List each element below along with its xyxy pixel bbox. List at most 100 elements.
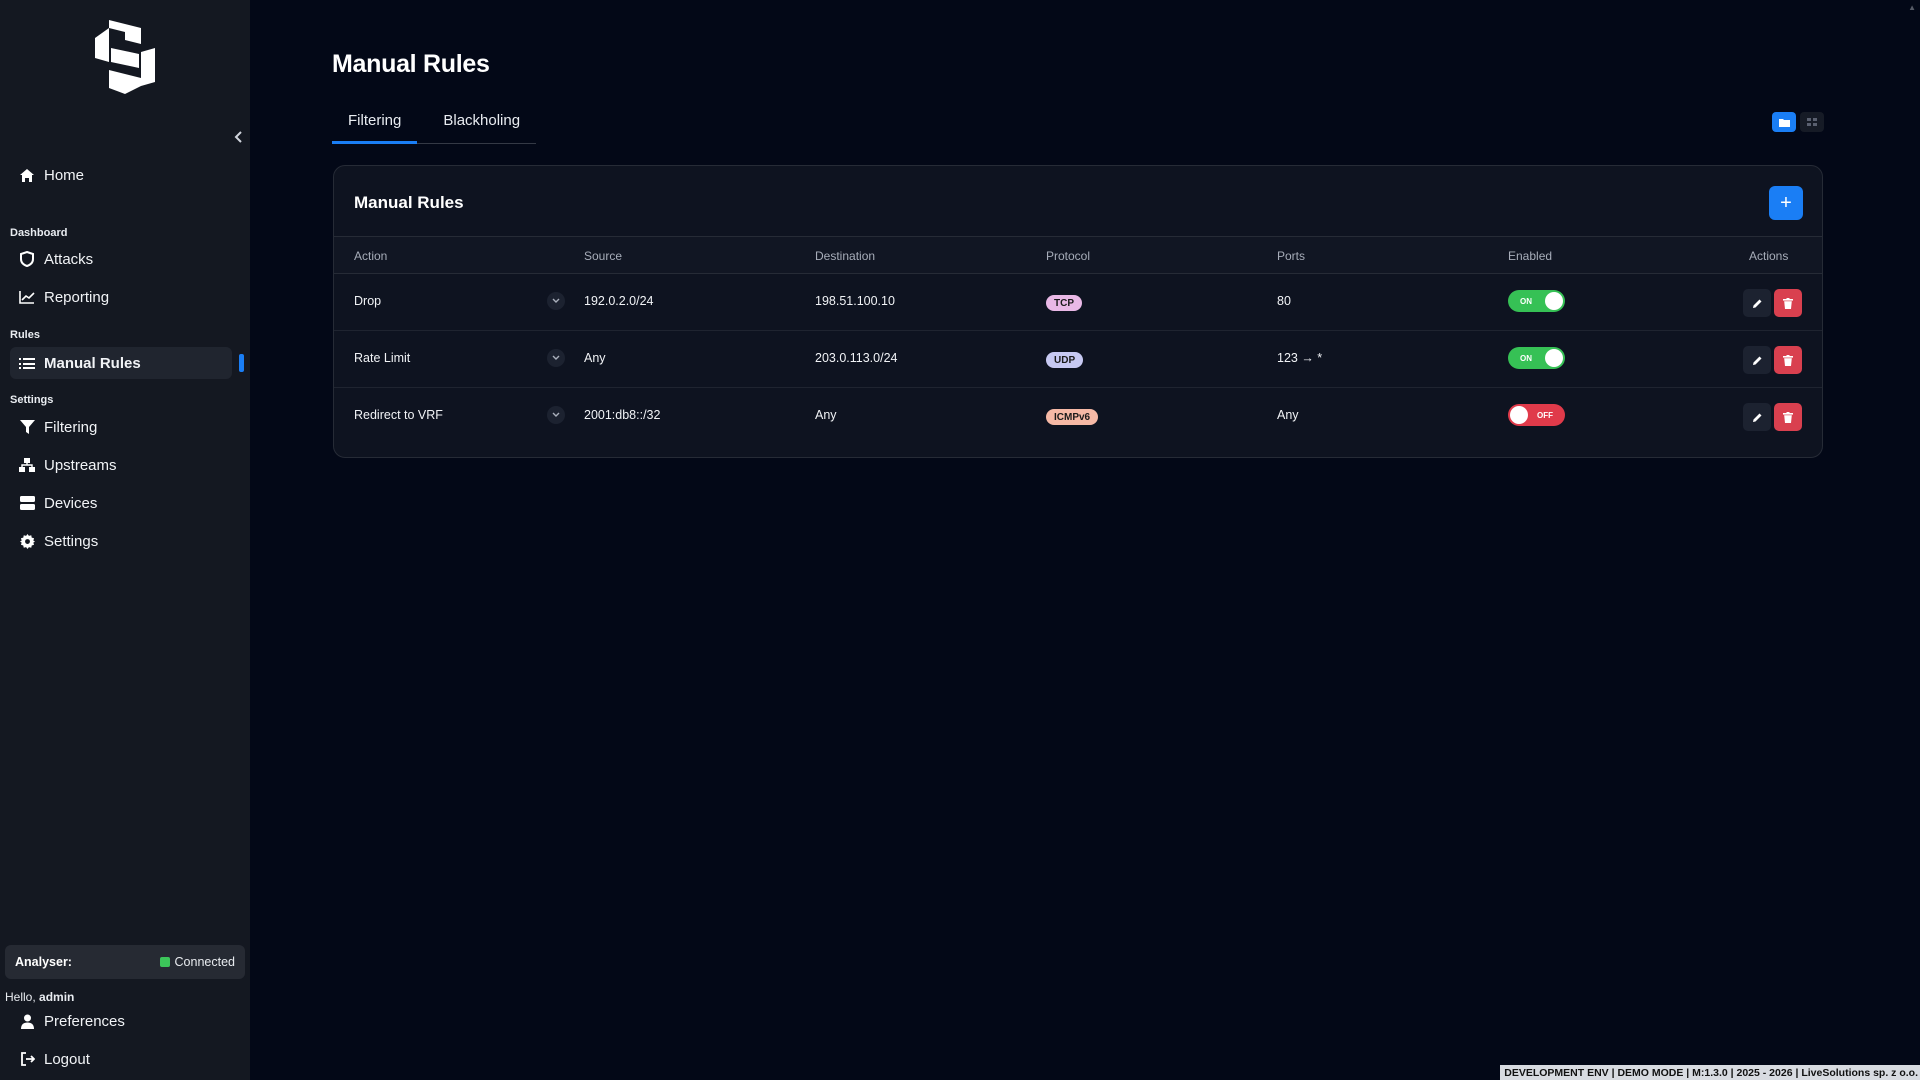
column-header-source: Source [584, 249, 623, 263]
sidebar-item-label: Attacks [44, 250, 94, 268]
toggle-knob [1545, 292, 1563, 310]
sidebar-item-home[interactable]: Home [10, 159, 232, 191]
status-dot-icon [159, 957, 170, 967]
active-indicator [239, 354, 244, 372]
line-chart-icon [18, 288, 36, 306]
add-rule-button[interactable]: + [1769, 186, 1803, 220]
grid-icon [1807, 118, 1817, 126]
sidebar-item-label: Reporting [44, 288, 110, 306]
column-header-ports: Ports [1277, 249, 1306, 263]
column-header-protocol: Protocol [1046, 249, 1091, 263]
trash-icon [1783, 297, 1793, 309]
rule-destination: 198.51.100.10 [815, 294, 895, 308]
edit-rule-button[interactable] [1743, 403, 1771, 431]
rule-action: Rate Limit [354, 351, 411, 365]
sidebar-item-label: Home [44, 166, 85, 184]
greeting-prefix: Hello, [5, 990, 40, 1004]
protocol-badge: TCP [1046, 295, 1082, 311]
view-toggle [1772, 112, 1824, 132]
toggle-label: ON [1520, 353, 1532, 363]
delete-rule-button[interactable] [1774, 289, 1802, 317]
table-row: Drop 192.0.2.0/24 198.51.100.10 TCP 80 O… [334, 274, 1822, 331]
server-icon [18, 494, 36, 512]
card-view-button[interactable] [1772, 112, 1796, 132]
rule-ports: 80 [1277, 294, 1291, 308]
rule-source: 2001:db8::/32 [584, 408, 661, 422]
pencil-icon [1752, 413, 1761, 422]
column-header-action: Action [354, 249, 388, 263]
rule-action: Redirect to VRF [354, 408, 443, 422]
rule-destination: Any [815, 408, 837, 422]
chevron-down-icon [552, 412, 560, 417]
filter-icon [18, 418, 36, 436]
card-title: Manual Rules [354, 193, 464, 212]
expand-row-button[interactable] [547, 292, 565, 310]
list-view-button[interactable] [1800, 112, 1824, 132]
sidebar-item-settings[interactable]: Settings [10, 525, 232, 557]
tab-bar: Filtering Blackholing [332, 106, 536, 144]
sidebar-item-label: Manual Rules [44, 354, 141, 372]
sidebar-item-label: Filtering [44, 418, 98, 436]
resize-corner-icon: ▲ [1908, 3, 1916, 12]
sidebar-item-manual-rules[interactable]: Manual Rules [10, 347, 232, 379]
rule-destination: 203.0.113.0/24 [815, 351, 898, 365]
home-icon [18, 166, 36, 184]
analyser-label: Analyser: [15, 955, 72, 969]
expand-row-button[interactable] [547, 406, 565, 424]
toggle-knob [1510, 406, 1528, 424]
nav-section-settings: Settings [10, 394, 54, 406]
rule-ports: 123 → * [1277, 351, 1323, 365]
edit-rule-button[interactable] [1743, 346, 1771, 374]
toggle-knob [1545, 349, 1563, 367]
sidebar-item-label: Settings [44, 532, 99, 550]
delete-rule-button[interactable] [1774, 346, 1802, 374]
sidebar-item-label: Preferences [44, 1012, 125, 1030]
column-header-enabled: Enabled [1508, 249, 1553, 263]
expand-row-button[interactable] [547, 349, 565, 367]
rule-action: Drop [354, 294, 382, 308]
folder-icon [1778, 118, 1790, 127]
sidebar-item-attacks[interactable]: Attacks [10, 243, 232, 275]
sidebar-item-filtering[interactable]: Filtering [10, 411, 232, 443]
trash-icon [1783, 411, 1793, 423]
edit-rule-button[interactable] [1743, 289, 1771, 317]
gear-icon [18, 532, 36, 550]
username: admin [39, 990, 75, 1004]
sidebar-item-reporting[interactable]: Reporting [10, 281, 232, 313]
rule-source: Any [584, 351, 606, 365]
enabled-toggle[interactable]: OFF [1508, 404, 1565, 426]
protocol-badge: UDP [1046, 352, 1084, 368]
enabled-toggle[interactable]: ON [1508, 290, 1565, 312]
tab-filtering[interactable]: Filtering [332, 106, 418, 144]
sidebar-item-logout[interactable]: Logout [10, 1043, 232, 1075]
sidebar-item-devices[interactable]: Devices [10, 487, 232, 519]
toggle-label: ON [1520, 296, 1532, 306]
pencil-icon [1752, 299, 1761, 308]
table-row: Rate Limit Any 203.0.113.0/24 UDP 123 → … [334, 331, 1822, 388]
nav-section-rules: Rules [10, 329, 40, 341]
manual-rules-card: Manual Rules + Action Source Destination… [333, 165, 1823, 458]
sidebar-item-label: Devices [44, 494, 98, 512]
toggle-label: OFF [1537, 410, 1553, 420]
delete-rule-button[interactable] [1774, 403, 1802, 431]
sidebar-item-upstreams[interactable]: Upstreams [10, 449, 232, 481]
analyser-status-panel: Analyser: Connected [5, 945, 245, 979]
protocol-badge: ICMPv6 [1046, 409, 1099, 425]
trash-icon [1783, 354, 1793, 366]
tab-blackholing[interactable]: Blackholing [427, 106, 536, 144]
greeting: Hello, admin [5, 990, 74, 1004]
sidebar-collapse-button[interactable] [229, 127, 249, 147]
list-icon [18, 354, 36, 372]
pencil-icon [1752, 356, 1761, 365]
table-header: Action Source Destination Protocol Ports… [334, 236, 1822, 274]
sidebar-item-preferences[interactable]: Preferences [10, 1005, 232, 1037]
user-icon [18, 1012, 36, 1030]
enabled-toggle[interactable]: ON [1508, 347, 1565, 369]
sidebar-item-label: Logout [44, 1050, 90, 1068]
column-header-actions: Actions [1749, 249, 1789, 263]
logout-icon [18, 1050, 36, 1068]
sidebar-item-label: Upstreams [44, 456, 117, 474]
rule-source: 192.0.2.0/24 [584, 294, 654, 308]
connection-status: Connected [159, 955, 235, 969]
connection-status-text: Connected [174, 955, 235, 969]
